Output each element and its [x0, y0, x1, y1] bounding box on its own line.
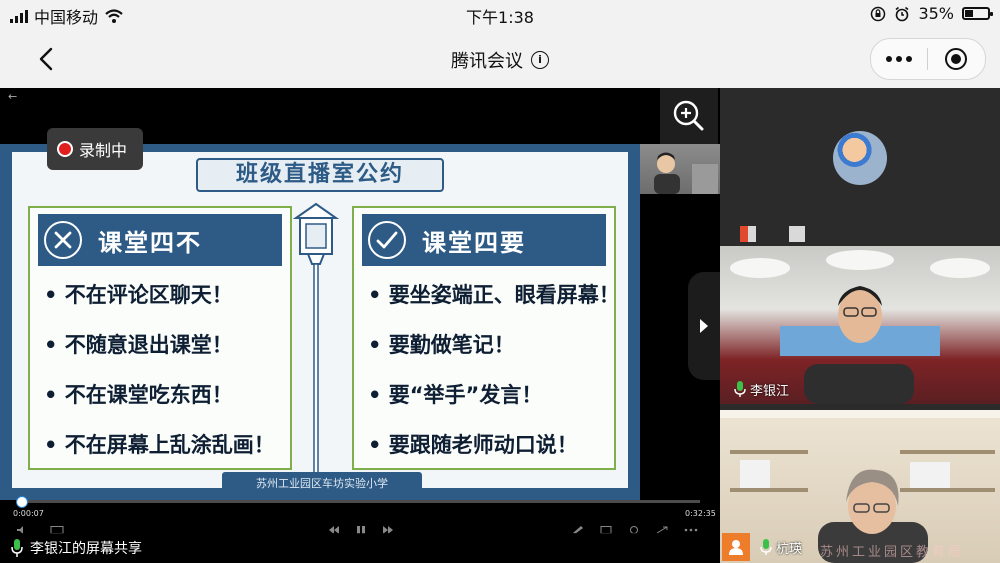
zoom-button[interactable] [660, 88, 718, 144]
zoom-in-icon [673, 100, 704, 131]
street-lamp-illustration [292, 202, 340, 481]
microphone-icon [11, 539, 23, 557]
orientation-lock-icon [871, 6, 886, 21]
participant-video-tile[interactable]: 李银江 [720, 246, 1000, 404]
microphone-icon [734, 381, 746, 397]
slide-canvas: 班级直播室公约 课堂四不 • 不在评论区聊天！ • 不随意退出课堂！ • 不在课… [12, 152, 628, 496]
more-button[interactable] [871, 39, 927, 79]
list-item: • 要坐姿端正、眼看屏幕！ [368, 283, 620, 307]
alarm-icon [895, 6, 909, 21]
mini-program-capsule [870, 38, 986, 80]
watermark-text: 苏州工业园区教育局 [820, 545, 965, 560]
chevron-right-icon [700, 319, 708, 333]
screen-share-owner: 李银江的屏幕共享 [30, 541, 142, 557]
record-dot-icon [57, 141, 73, 157]
more-dots-icon [886, 56, 912, 62]
battery-icon [962, 7, 993, 20]
page-title: 腾讯会议 i [0, 47, 1000, 73]
participant-name: 李银江 [750, 384, 790, 399]
right-rules-list: • 要坐姿端正、眼看屏幕！ • 要勤做笔记！ • 要“举手”发言！ • 要跟随老… [368, 280, 620, 480]
status-right: 35% [870, 4, 993, 23]
total-time: 0:32:35 [685, 509, 716, 518]
close-miniprogram-button[interactable] [928, 39, 984, 79]
list-item: • 要“举手”发言！ [368, 383, 543, 407]
next-page-button[interactable] [688, 272, 720, 380]
camera-off-indicator-icon [789, 226, 805, 242]
right-panel-header: 课堂四要 [362, 214, 606, 266]
left-panel-header: 课堂四不 [38, 214, 282, 266]
status-bar: 中国移动 下午1:38 35% [0, 0, 1000, 28]
title-bar: 腾讯会议 i [0, 28, 1000, 88]
right-panel-heading: 课堂四要 [422, 228, 526, 257]
battery-percent: 35% [918, 4, 954, 23]
cross-icon [44, 221, 82, 259]
screen-share-label-bar: 李银江的屏幕共享 [0, 533, 720, 563]
elapsed-time: 0:00:07 [13, 509, 44, 518]
slide-title: 班级直播室公约 [196, 158, 444, 192]
page-title-text: 腾讯会议 [451, 51, 523, 72]
left-rules-list: • 不在评论区聊天！ • 不随意退出课堂！ • 不在课堂吃东西！ • 不在屏幕上… [44, 280, 282, 480]
presenter-silhouette [654, 152, 718, 194]
shared-slide: 班级直播室公约 课堂四不 • 不在评论区聊天！ • 不随意退出课堂！ • 不在课… [0, 144, 640, 500]
school-name-banner: 苏州工业园区车坊实验小学 [222, 472, 422, 496]
avatar[interactable] [833, 131, 887, 185]
participant-name-tag: 杭瑛 [760, 538, 802, 557]
left-panel-heading: 课堂四不 [98, 228, 202, 257]
network-indicator-icon [740, 226, 756, 242]
list-item: • 不随意退出课堂！ [44, 333, 233, 357]
list-item: • 不在课堂吃东西！ [44, 383, 233, 407]
info-icon[interactable]: i [531, 51, 549, 69]
clock: 下午1:38 [466, 8, 534, 27]
participant-name-tag: 李银江 [734, 380, 789, 399]
participants-button[interactable] [722, 533, 750, 561]
progress-handle[interactable] [16, 496, 28, 508]
presenter-thumbnail[interactable] [640, 144, 720, 194]
person-icon [729, 540, 743, 555]
right-rules-panel: 课堂四要 • 要坐姿端正、眼看屏幕！ • 要勤做笔记！ • 要“举手”发言！ •… [352, 206, 620, 470]
list-item: • 要勤做笔记！ [368, 333, 515, 357]
recording-badge: 录制中 [47, 128, 143, 170]
participant-name: 杭瑛 [776, 542, 803, 557]
playback-progress-bar[interactable] [20, 500, 700, 503]
left-rules-panel: 课堂四不 • 不在评论区聊天！ • 不随意退出课堂！ • 不在课堂吃东西！ • … [28, 206, 292, 470]
collapse-arrow-icon[interactable]: ← [8, 90, 17, 103]
target-icon [945, 48, 967, 70]
microphone-icon [760, 539, 772, 555]
recording-label: 录制中 [79, 141, 128, 160]
list-item: • 不在评论区聊天！ [44, 283, 233, 307]
check-icon [368, 221, 406, 259]
